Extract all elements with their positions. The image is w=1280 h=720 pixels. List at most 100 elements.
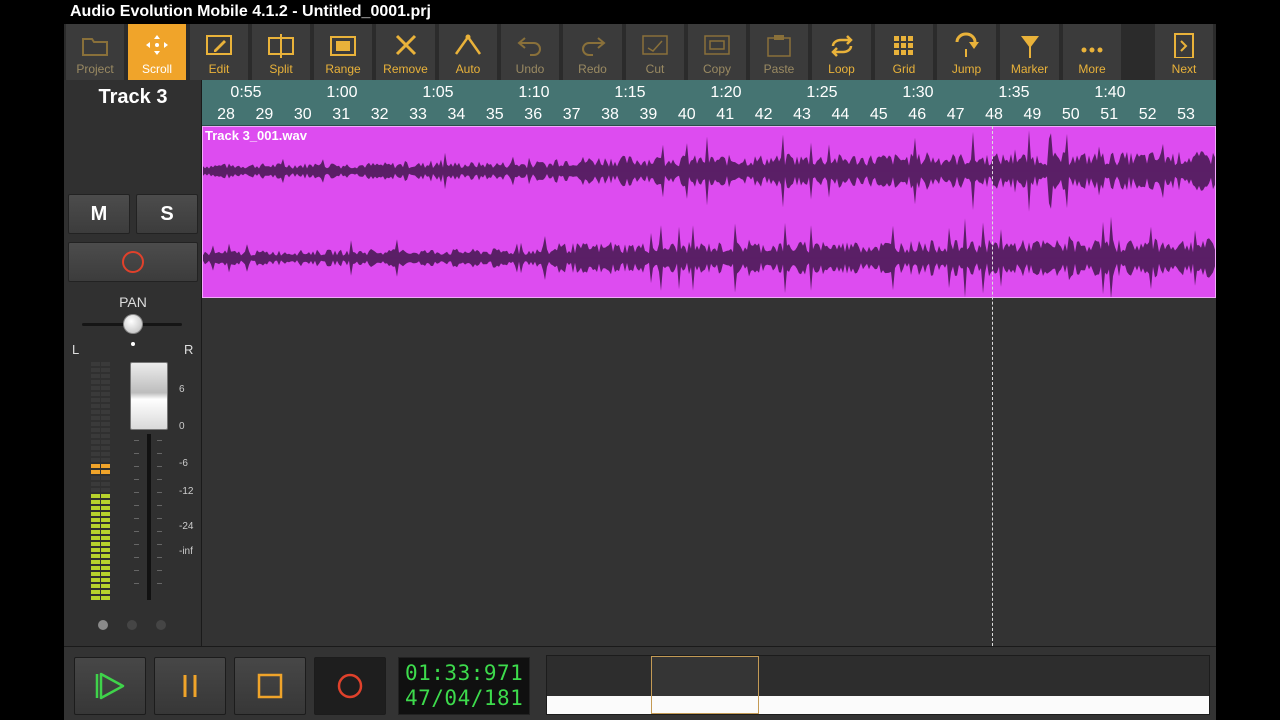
meter-segment (91, 434, 100, 438)
ruler-time-label: 1:10 (518, 84, 550, 101)
meter-segment (101, 374, 110, 378)
fader-tick (157, 557, 162, 558)
toolbar-scroll-button[interactable]: Scroll (128, 24, 186, 80)
level-meter-right (101, 362, 110, 600)
timeline-ruler[interactable]: 0:55 1:00 1:05 1:10 1:15 1:20 1:25 1:30 1:35 1:40… (202, 80, 1216, 126)
fader-tick (157, 544, 162, 545)
toolbar-label: Auto (455, 62, 481, 76)
undo-icon (515, 32, 545, 58)
fader-ticks-right (157, 440, 163, 590)
meter-segment (101, 440, 110, 444)
app-title: Audio Evolution Mobile 4.1.2 - Untitled_… (70, 3, 431, 20)
track-name[interactable]: Track 3 (64, 86, 202, 109)
song-overview[interactable] (546, 655, 1210, 715)
toolbar-label: Paste (763, 62, 795, 76)
toolbar-cut-button[interactable]: Cut (626, 24, 684, 80)
record-arm-button[interactable] (68, 242, 198, 282)
toolbar-range-button[interactable]: Range (314, 24, 372, 80)
toolbar-paste-button[interactable]: Paste (750, 24, 808, 80)
more-dots-icon (1077, 32, 1107, 58)
meter-segment (101, 512, 110, 516)
fader-tick (134, 492, 139, 493)
meter-segment (91, 572, 100, 576)
marker-icon (1015, 32, 1045, 58)
stop-button[interactable] (234, 657, 306, 715)
toolbar-label: Scroll (141, 62, 172, 76)
toolbar-label: More (1078, 62, 1106, 76)
ruler-bar-number: 29 (255, 106, 274, 123)
toolbar-split-button[interactable]: Split (252, 24, 310, 80)
volume-fader-cap[interactable] (130, 362, 168, 430)
ruler-time-label: 1:30 (902, 84, 934, 101)
split-icon (266, 32, 296, 58)
audio-clip[interactable]: Track 3_001.wav (202, 126, 1216, 298)
pan-left-label: L (72, 342, 80, 357)
fader-tick (157, 453, 162, 454)
meter-segment (101, 584, 110, 588)
toolbar-label: Jump (951, 62, 982, 76)
meter-segment (101, 506, 110, 510)
ruler-time-label: 0:55 (230, 84, 262, 101)
pan-right-label: R (184, 342, 194, 357)
meter-segment (91, 500, 100, 504)
toolbar-auto-button[interactable]: Auto (439, 24, 497, 80)
toolbar-remove-button[interactable]: Remove (376, 24, 435, 80)
close-x-icon (391, 32, 421, 58)
play-icon (95, 672, 125, 700)
ruler-bar-number: 32 (370, 106, 389, 123)
record-arm-icon (122, 251, 144, 273)
ruler-time-label: 1:15 (614, 84, 646, 101)
meter-segment (101, 470, 110, 474)
mute-button[interactable]: M (68, 194, 130, 234)
toolbar-copy-button[interactable]: Copy (688, 24, 746, 80)
level-meter-left (91, 362, 100, 600)
bars-beats-readout: 47/04/181 (405, 686, 524, 710)
solo-button[interactable]: S (136, 194, 198, 234)
waveform-channel (203, 216, 1215, 297)
toolbar-more-button[interactable]: More (1063, 24, 1121, 80)
meter-segment (91, 410, 100, 414)
ruler-bar-number: 52 (1138, 106, 1157, 123)
range-icon (328, 32, 358, 58)
meter-segment (101, 422, 110, 426)
folder-icon (80, 32, 110, 58)
toolbar-grid-button[interactable]: Grid (875, 24, 933, 80)
volume-scale-label: -6 (179, 458, 188, 469)
ruler-bar-number: 42 (754, 106, 773, 123)
fader-tick (157, 479, 162, 480)
pause-button[interactable] (154, 657, 226, 715)
toolbar-edit-button[interactable]: Edit (190, 24, 248, 80)
meter-segment (91, 392, 100, 396)
meter-segment (101, 404, 110, 408)
fader-tick (157, 583, 162, 584)
transport-bar: 01:33:971 47/04/181 (64, 646, 1216, 720)
ruler-bar-number: 39 (639, 106, 658, 123)
volume-scale-label: -inf (179, 546, 193, 557)
track-lane[interactable]: Track 3_001.wav (202, 126, 1216, 646)
overview-view-window[interactable] (651, 656, 759, 714)
meter-segment (91, 548, 100, 552)
daw-window: Project Scroll Edit Split Range Remove Auto Und… (64, 24, 1216, 720)
pan-knob[interactable] (123, 314, 143, 334)
page-dot-2 (127, 620, 137, 630)
meter-segment (101, 362, 110, 366)
fader-tick (134, 505, 139, 506)
pan-label: PAN (119, 294, 147, 310)
toolbar-jump-button[interactable]: Jump (937, 24, 996, 80)
toolbar-project-button[interactable]: Project (66, 24, 124, 80)
toolbar-loop-button[interactable]: Loop (812, 24, 871, 80)
toolbar-label: Edit (208, 62, 230, 76)
meter-segment (101, 572, 110, 576)
record-button[interactable] (314, 657, 386, 715)
meter-segment (101, 482, 110, 486)
volume-scale-label: 0 (179, 421, 185, 432)
toolbar-undo-button[interactable]: Undo (501, 24, 559, 80)
fader-tick (134, 453, 139, 454)
play-button[interactable] (74, 657, 146, 715)
meter-segment (101, 596, 110, 600)
volume-fader-track[interactable] (147, 434, 151, 600)
toolbar-redo-button[interactable]: Redo (563, 24, 622, 80)
toolbar-next-button[interactable]: Next (1155, 24, 1213, 80)
toolbar-marker-button[interactable]: Marker (1000, 24, 1059, 80)
meter-segment (91, 428, 100, 432)
